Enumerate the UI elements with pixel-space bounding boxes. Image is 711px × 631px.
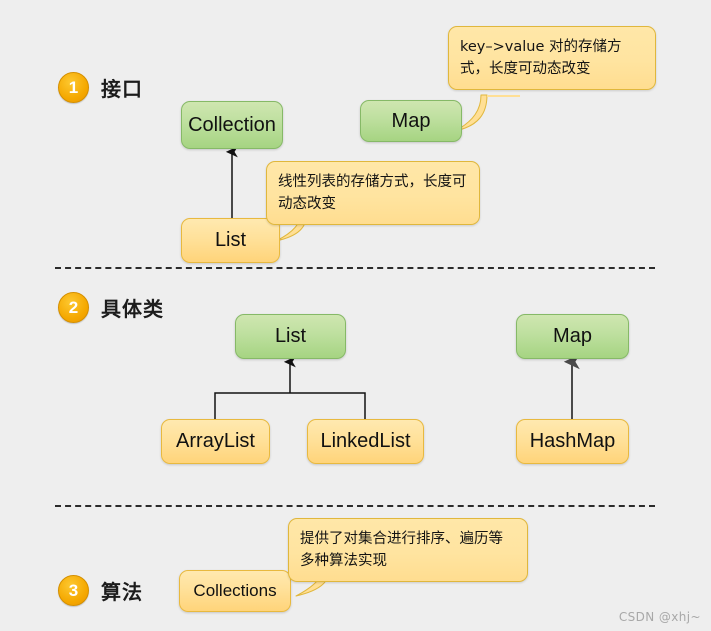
node-hashmap-label: HashMap <box>529 430 616 452</box>
callout-map: key–>value 对的存储方式，长度可动态改变 <box>448 26 656 90</box>
node-list-class-label: List <box>274 325 307 347</box>
node-linkedlist-label: LinkedList <box>320 430 411 452</box>
callout-collections: 提供了对集合进行排序、遍历等多种算法实现 <box>288 518 528 582</box>
callout-list-text: 线性列表的存储方式，长度可动态改变 <box>278 174 467 213</box>
section-header-2: 2 具体类 <box>58 292 164 323</box>
section-header-3: 3 算法 <box>58 575 143 606</box>
edge-subclasses-to-list <box>214 356 366 420</box>
section-title-1: 接口 <box>101 77 143 101</box>
node-linkedlist[interactable]: LinkedList <box>307 419 424 464</box>
section-divider-2 <box>55 505 655 507</box>
node-arraylist-label: ArrayList <box>176 430 255 452</box>
node-collection[interactable]: Collection <box>181 101 283 149</box>
node-collections-label: Collections <box>193 581 277 600</box>
node-list-interface[interactable]: List <box>181 218 280 263</box>
callout-collections-text: 提供了对集合进行排序、遍历等多种算法实现 <box>300 531 503 570</box>
callout-list: 线性列表的存储方式，长度可动态改变 <box>266 161 480 225</box>
diagram-canvas: 1 接口 Collection Map List key–>value 对的存储… <box>0 0 711 631</box>
node-list-class[interactable]: List <box>235 314 346 359</box>
node-collections[interactable]: Collections <box>179 570 291 612</box>
node-map-class[interactable]: Map <box>516 314 629 359</box>
node-collection-label: Collection <box>188 113 276 136</box>
section-divider-1 <box>55 267 655 269</box>
section-title-2: 具体类 <box>101 297 164 321</box>
section-header-1: 1 接口 <box>58 72 143 103</box>
node-arraylist[interactable]: ArrayList <box>161 419 270 464</box>
section-number-badge-1: 1 <box>58 72 89 103</box>
node-map-interface-label: Map <box>391 109 431 132</box>
node-hashmap[interactable]: HashMap <box>516 419 629 464</box>
node-map-interface[interactable]: Map <box>360 100 462 142</box>
section-title-3: 算法 <box>101 580 143 604</box>
section-number-badge-2: 2 <box>58 292 89 323</box>
node-map-class-label: Map <box>553 325 592 347</box>
section-number-badge-3: 3 <box>58 575 89 606</box>
callout-tail-map <box>454 94 520 132</box>
node-list-interface-label: List <box>214 229 247 251</box>
watermark: CSDN @xhj~ <box>618 610 701 624</box>
callout-map-text: key–>value 对的存储方式，长度可动态改变 <box>460 39 622 78</box>
